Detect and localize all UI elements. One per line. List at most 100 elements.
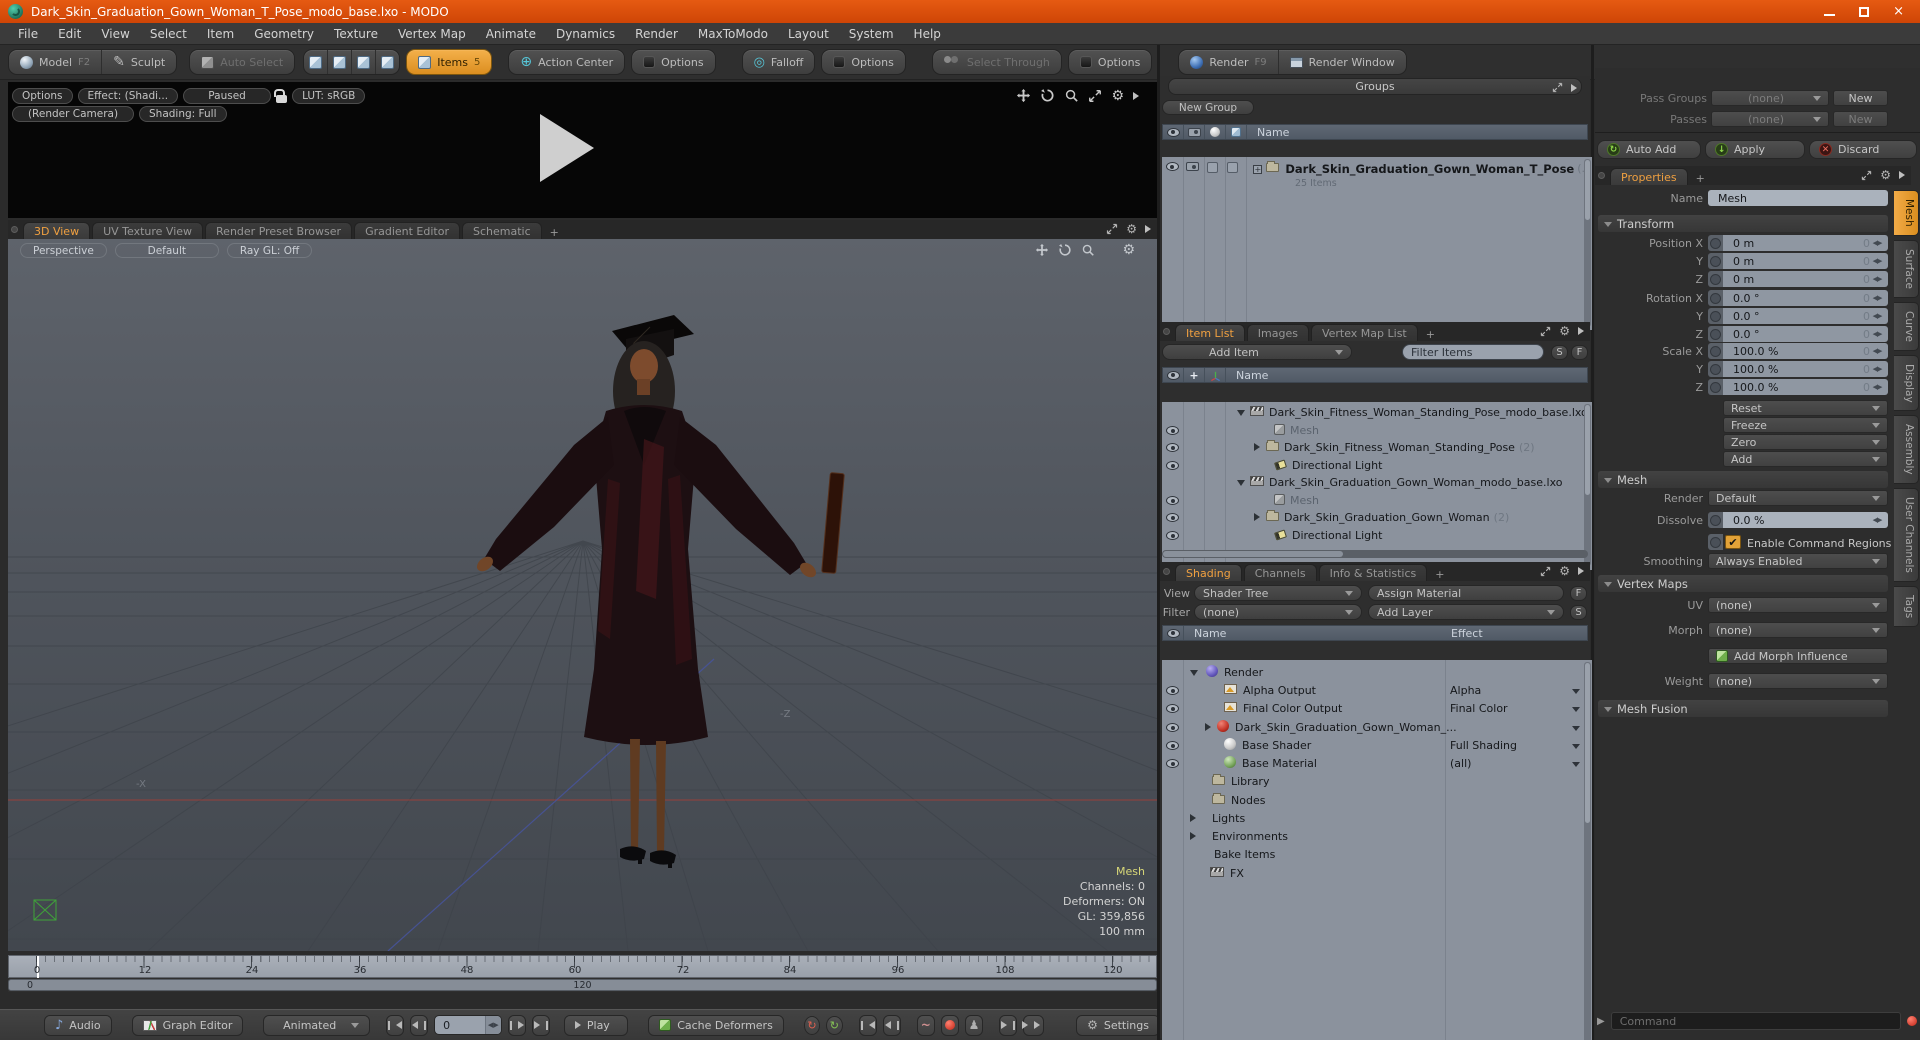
item-checkbox[interactable] bbox=[1226, 162, 1238, 173]
collapse-icon[interactable] bbox=[1237, 480, 1245, 486]
zoom-icon[interactable] bbox=[1064, 88, 1079, 103]
discard-button[interactable]: ✕ Discard bbox=[1809, 140, 1917, 159]
shader-row-environments[interactable]: Environments bbox=[1162, 828, 1592, 845]
next-key-button[interactable] bbox=[882, 1014, 901, 1036]
menu-render[interactable]: Render bbox=[625, 27, 688, 41]
scale-x-field[interactable]: 100.0 % 0 ◀▶ bbox=[1723, 343, 1888, 359]
current-frame-field[interactable]: 0 ◀▶ bbox=[434, 1015, 502, 1035]
channel-toggle[interactable] bbox=[1708, 361, 1723, 377]
visibility-eye-icon[interactable] bbox=[1165, 162, 1179, 171]
settings-button[interactable]: ⚙ Settings bbox=[1076, 1014, 1160, 1036]
add-tab-button[interactable]: + bbox=[1420, 328, 1441, 341]
minimize-icon[interactable] bbox=[1824, 14, 1836, 16]
expand-icon[interactable] bbox=[1254, 443, 1260, 451]
channel-toggle[interactable] bbox=[1708, 512, 1723, 528]
position-y-field[interactable]: 0 m 0 ◀▶ bbox=[1723, 253, 1888, 269]
select-through-options-button[interactable]: Options bbox=[1067, 49, 1153, 75]
add-dropdown[interactable]: Add bbox=[1723, 451, 1888, 467]
shader-row-nodes[interactable]: Nodes bbox=[1162, 792, 1592, 809]
mesh-fusion-section-header[interactable]: Mesh Fusion bbox=[1598, 700, 1888, 717]
filter-items-field[interactable]: Filter Items bbox=[1402, 344, 1544, 360]
passes-dropdown[interactable]: (none) bbox=[1711, 111, 1829, 127]
vertices-mode-button[interactable] bbox=[304, 50, 327, 74]
animated-dropdown[interactable]: Animated bbox=[263, 1014, 370, 1036]
position-x-field[interactable]: 0 m 0 ◀▶ bbox=[1723, 235, 1888, 251]
menu-geometry[interactable]: Geometry bbox=[244, 27, 324, 41]
panel-thumb-icon[interactable] bbox=[11, 226, 18, 233]
zoom-icon[interactable] bbox=[1081, 243, 1095, 257]
channel-toggle[interactable] bbox=[1708, 308, 1723, 324]
menu-maxtomodo[interactable]: MaxToModo bbox=[688, 27, 778, 41]
auto-select-button[interactable]: Auto Select bbox=[189, 49, 296, 75]
cache-deformers-button[interactable]: Cache Deformers bbox=[648, 1014, 784, 1036]
expand-icon[interactable] bbox=[1254, 513, 1260, 521]
effect-dropdown-icon[interactable] bbox=[1572, 689, 1580, 694]
key-mode-green-button[interactable]: ↻ bbox=[826, 1015, 843, 1035]
preview-effect-button[interactable]: Effect: (Shadi... bbox=[77, 88, 179, 104]
render-window-button[interactable]: Render Window bbox=[1277, 50, 1406, 74]
scale-z-field[interactable]: 100.0 % 0 ◀▶ bbox=[1723, 379, 1888, 395]
record-macro-icon[interactable] bbox=[1907, 1016, 1917, 1026]
menu-system[interactable]: System bbox=[839, 27, 904, 41]
rotate-icon[interactable] bbox=[1040, 88, 1055, 103]
channel-toggle[interactable] bbox=[1708, 379, 1723, 395]
rotation-x-field[interactable]: 0.0 ° 0 ◀▶ bbox=[1723, 290, 1888, 306]
panel-thumb-icon[interactable] bbox=[1598, 172, 1605, 179]
previous-key-button[interactable] bbox=[858, 1014, 877, 1036]
jump-end-button[interactable] bbox=[1021, 1014, 1045, 1036]
expand-plus-icon[interactable]: + bbox=[1253, 165, 1263, 174]
expand-icon[interactable] bbox=[1190, 814, 1196, 822]
item-row-light[interactable]: Directional Light bbox=[1162, 457, 1592, 474]
shading-scrollbar[interactable] bbox=[1584, 662, 1591, 1040]
tab-gradient-editor[interactable]: Gradient Editor bbox=[354, 222, 460, 239]
close-icon[interactable]: × bbox=[1893, 5, 1904, 18]
shader-row-final-color-output[interactable]: Final Color Output Final Color bbox=[1162, 700, 1592, 717]
menu-edit[interactable]: Edit bbox=[48, 27, 91, 41]
uv-dropdown[interactable]: (none) bbox=[1708, 597, 1888, 613]
audio-button[interactable]: ♪ Audio bbox=[44, 1014, 112, 1036]
play-button[interactable]: Play bbox=[563, 1014, 629, 1036]
item-list-hscrollbar[interactable] bbox=[1162, 550, 1588, 558]
model-mode-button[interactable]: Model F2 bbox=[9, 50, 101, 74]
polygons-mode-button[interactable] bbox=[351, 50, 375, 74]
item-row-folder[interactable]: Dark_Skin_Fitness_Woman_Standing_Pose (2… bbox=[1162, 439, 1592, 456]
tab-info-statistics[interactable]: Info & Statistics bbox=[1318, 564, 1428, 581]
effect-dropdown-icon[interactable] bbox=[1572, 726, 1580, 731]
auto-add-button[interactable]: ↻ Auto Add bbox=[1597, 140, 1701, 159]
panel-thumb-icon[interactable] bbox=[1163, 568, 1170, 575]
panel-thumb-icon[interactable] bbox=[1163, 328, 1170, 335]
rotation-z-field[interactable]: 0.0 ° 0 ◀▶ bbox=[1723, 326, 1888, 342]
shader-row-lights[interactable]: Lights bbox=[1162, 810, 1592, 827]
effect-dropdown-icon[interactable] bbox=[1572, 762, 1580, 767]
visibility-eye-icon[interactable] bbox=[1166, 513, 1179, 522]
menu-layout[interactable]: Layout bbox=[778, 27, 839, 41]
viewport-3d[interactable]: -X -Z Perspective Default Ray GL: Off ⚙ … bbox=[8, 239, 1157, 951]
item-row-mesh[interactable]: Mesh bbox=[1162, 492, 1592, 509]
item-row-scene[interactable]: Dark_Skin_Graduation_Gown_Woman_modo_bas… bbox=[1162, 474, 1592, 491]
collapse-icon[interactable] bbox=[1190, 670, 1198, 676]
filter-button[interactable]: F bbox=[1570, 585, 1587, 601]
render-dropdown[interactable]: Default bbox=[1708, 490, 1888, 506]
item-row-scene[interactable]: Dark_Skin_Fitness_Woman_Standing_Pose_mo… bbox=[1162, 404, 1592, 421]
zero-dropdown[interactable]: Zero bbox=[1723, 434, 1888, 450]
previous-frame-button[interactable] bbox=[410, 1014, 429, 1036]
menu-animate[interactable]: Animate bbox=[476, 27, 546, 41]
menu-select[interactable]: Select bbox=[140, 27, 197, 41]
transform-section-header[interactable]: Transform bbox=[1598, 215, 1888, 232]
panel-arrow-icon[interactable] bbox=[1133, 91, 1139, 100]
camera-toggle-icon[interactable] bbox=[1185, 162, 1199, 171]
tab-render-preset-browser[interactable]: Render Preset Browser bbox=[205, 222, 353, 239]
effect-dropdown-icon[interactable] bbox=[1572, 744, 1580, 749]
side-tab-tags[interactable]: Tags bbox=[1894, 585, 1919, 628]
preview-options-button[interactable]: Options bbox=[12, 88, 73, 104]
add-item-dropdown[interactable]: Add Item bbox=[1162, 344, 1352, 360]
enable-command-regions-checkbox[interactable]: ✔ bbox=[1725, 535, 1741, 549]
expand-icon[interactable] bbox=[1540, 566, 1551, 577]
gear-icon[interactable]: ⚙ bbox=[1126, 223, 1137, 235]
preview-shading-button[interactable]: Shading: Full bbox=[139, 106, 227, 122]
tab-images[interactable]: Images bbox=[1246, 324, 1309, 341]
render-checkbox[interactable] bbox=[1206, 162, 1218, 173]
gear-icon[interactable]: ⚙ bbox=[1559, 325, 1570, 337]
add-tab-button[interactable]: + bbox=[1690, 172, 1711, 185]
shader-row-alpha-output[interactable]: Alpha Output Alpha bbox=[1162, 682, 1592, 699]
